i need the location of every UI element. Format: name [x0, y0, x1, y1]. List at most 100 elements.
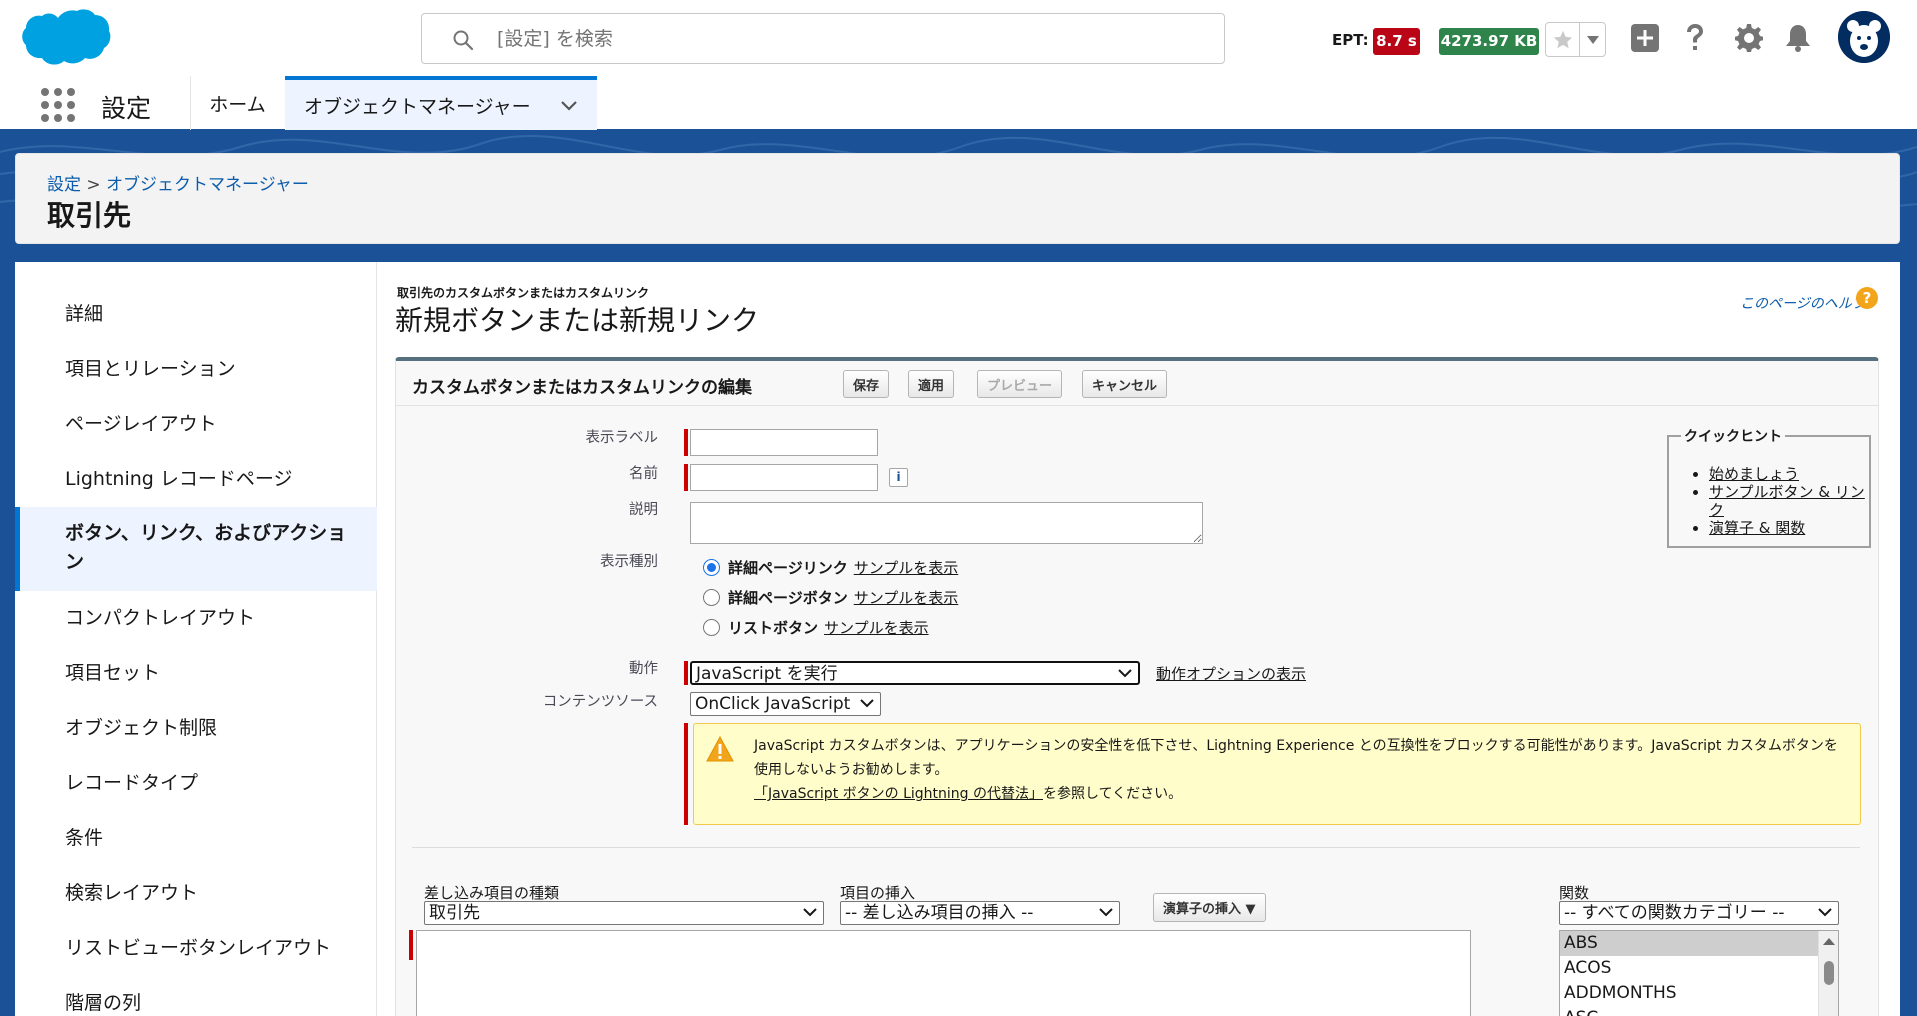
content-source-select-value: OnClick JavaScript: [695, 694, 851, 714]
sidebar-item-lightning-pages[interactable]: Lightning レコードページ: [15, 465, 377, 494]
notifications-button[interactable]: [1780, 20, 1816, 56]
edit-block-header: カスタムボタンまたはカスタムリンクの編集 保存 適用 プレビュー キャンセル: [396, 361, 1878, 406]
function-item[interactable]: ADDMONTHS: [1560, 981, 1838, 1006]
show-sample-link[interactable]: サンプルを表示: [854, 587, 959, 608]
show-sample-link[interactable]: サンプルを表示: [824, 617, 929, 638]
display-label-input[interactable]: [690, 429, 878, 456]
chevron-down-icon: [1118, 669, 1132, 678]
preview-button[interactable]: プレビュー: [977, 370, 1063, 398]
breadcrumb-setup-link[interactable]: 設定: [47, 175, 81, 195]
function-category-select[interactable]: -- すべての関数カテゴリー --: [1559, 901, 1839, 925]
function-item[interactable]: ABS: [1560, 931, 1838, 956]
required-indicator: [684, 429, 688, 456]
sidebar-item-buttons-links-actions[interactable]: ボタン、リンク、およびアクション: [15, 507, 377, 591]
show-behavior-options-link[interactable]: 動作オプションの表示: [1156, 663, 1306, 684]
sidebar-item-object-limits[interactable]: オブジェクト制限: [15, 714, 377, 743]
radio-detail-link[interactable]: [703, 559, 720, 576]
hint-sample-buttons-link[interactable]: サンプルボタン & リンク: [1709, 483, 1869, 519]
merge-field-type-label: 差し込み項目の種類: [424, 884, 560, 902]
page-title: 取引先: [47, 199, 132, 232]
setup-gear-button[interactable]: [1731, 20, 1767, 56]
breadcrumb-object-manager-link[interactable]: オブジェクトマネージャー: [106, 175, 309, 195]
display-type-option[interactable]: リストボタン サンプルを表示: [703, 617, 929, 638]
search-icon: [453, 30, 474, 51]
sidebar-item-page-layouts[interactable]: ページレイアウト: [15, 410, 377, 439]
function-list[interactable]: ABS ACOS ADDMONTHS ASC: [1559, 930, 1839, 1016]
gear-icon: [1735, 24, 1763, 52]
save-button[interactable]: 保存: [843, 370, 890, 398]
function-item[interactable]: ASC: [1560, 1006, 1838, 1016]
scroll-thumb[interactable]: [1824, 961, 1834, 985]
scroll-up-icon[interactable]: [1823, 937, 1835, 945]
favorites-group: [1545, 22, 1606, 57]
sidebar-item-record-types[interactable]: レコードタイプ: [15, 769, 377, 798]
favorites-menu-button[interactable]: [1580, 23, 1605, 56]
sidebar-item-field-sets[interactable]: 項目セット: [15, 659, 377, 688]
help-circle-icon[interactable]: ?: [1856, 287, 1878, 309]
function-item[interactable]: ACOS: [1560, 956, 1838, 981]
edit-block: カスタムボタンまたはカスタムリンクの編集 保存 適用 プレビュー キャンセル 表…: [395, 357, 1879, 1016]
warning-line-3: 「JavaScript ボタンの Lightning の代替法」を参照してくださ…: [754, 782, 1854, 806]
cancel-button[interactable]: キャンセル: [1082, 370, 1168, 398]
insert-field-select[interactable]: -- 差し込み項目の挿入 --: [840, 901, 1120, 925]
merge-field-type-select[interactable]: 取引先: [424, 901, 824, 925]
description-textarea[interactable]: [690, 502, 1203, 544]
search-input[interactable]: [497, 22, 1197, 56]
app-launcher-icon[interactable]: [40, 87, 76, 123]
radio-list-button[interactable]: [703, 619, 720, 636]
sidebar-item-compact-layouts[interactable]: コンパクトレイアウト: [15, 604, 377, 633]
favorite-star-button[interactable]: [1546, 23, 1581, 56]
page-size-badge: 4273.97 KB: [1439, 28, 1539, 55]
function-category-value: -- すべての関数カテゴリー --: [1564, 903, 1785, 923]
tab-object-manager[interactable]: オブジェクトマネージャー: [285, 76, 597, 130]
required-indicator: [409, 930, 413, 960]
required-indicator: [684, 464, 688, 491]
global-search[interactable]: [421, 13, 1225, 64]
bell-icon: [1786, 25, 1810, 52]
sidebar-item-conditions[interactable]: 条件: [15, 824, 377, 853]
display-type-option[interactable]: 詳細ページリンク サンプルを表示: [703, 557, 958, 578]
sidebar-item-fields[interactable]: 項目とリレーション: [15, 355, 377, 384]
radio-detail-button[interactable]: [703, 589, 720, 606]
sidebar-item-hierarchy-columns[interactable]: 階層の列: [15, 989, 377, 1016]
hint-getting-started-link[interactable]: 始めましょう: [1709, 465, 1869, 483]
question-icon: [1687, 24, 1703, 50]
javascript-code-editor[interactable]: [416, 930, 1471, 1016]
hint-operators-functions-link[interactable]: 演算子 & 関数: [1709, 519, 1869, 537]
info-icon[interactable]: i: [889, 468, 908, 487]
sidebar-item-list-view-button-layout[interactable]: リストビューボタンレイアウト: [15, 934, 377, 963]
display-type-option[interactable]: 詳細ページボタン サンプルを表示: [703, 587, 958, 608]
user-avatar[interactable]: [1838, 11, 1890, 63]
apply-button[interactable]: 適用: [908, 370, 955, 398]
ept-badge: 8.7 s: [1373, 28, 1420, 55]
tab-object-manager-label: オブジェクトマネージャー: [304, 95, 531, 118]
sidebar-item-details[interactable]: 詳細: [15, 300, 377, 329]
salesforce-logo[interactable]: [20, 8, 112, 70]
name-input[interactable]: [690, 464, 878, 491]
insert-field-value: -- 差し込み項目の挿入 --: [845, 903, 1034, 923]
bear-avatar-icon: [1838, 11, 1890, 63]
tab-home[interactable]: ホーム: [191, 76, 284, 130]
required-indicator: [684, 661, 688, 685]
content-area: 取引先のカスタムボタンまたはカスタムリンク 新規ボタンまたは新規リンク このペー…: [378, 262, 1900, 1016]
lightning-alternatives-link[interactable]: 「JavaScript ボタンの Lightning の代替法」: [754, 786, 1043, 802]
insert-operator-button[interactable]: 演算子の挿入 ▼: [1153, 893, 1266, 922]
caret-down-icon: [1586, 35, 1599, 44]
content-source-select[interactable]: OnClick JavaScript: [690, 692, 881, 716]
main-card: 詳細 項目とリレーション ページレイアウト Lightning レコードページ …: [15, 262, 1900, 1016]
chevron-down-icon: [1099, 908, 1113, 917]
radio-label: 詳細ページリンク: [728, 559, 848, 577]
show-sample-link[interactable]: サンプルを表示: [854, 557, 959, 578]
warning-line-2: 使用しないようお勧めします。: [754, 762, 949, 778]
help-button[interactable]: [1677, 20, 1713, 56]
page-help-link[interactable]: このページのヘルプ: [1740, 293, 1866, 313]
breadcrumb-separator: >: [86, 175, 101, 195]
javascript-warning: JavaScript カスタムボタンは、アプリケーションの安全性を低下させ、Li…: [693, 723, 1861, 825]
global-actions-button[interactable]: [1627, 20, 1663, 56]
function-list-scrollbar[interactable]: [1818, 931, 1838, 1016]
behavior-select[interactable]: JavaScript を実行: [690, 661, 1140, 685]
chevron-down-icon[interactable]: [559, 95, 579, 115]
required-indicator: [684, 723, 688, 825]
radio-label: 詳細ページボタン: [728, 589, 848, 607]
sidebar-item-search-layouts[interactable]: 検索レイアウト: [15, 879, 377, 908]
